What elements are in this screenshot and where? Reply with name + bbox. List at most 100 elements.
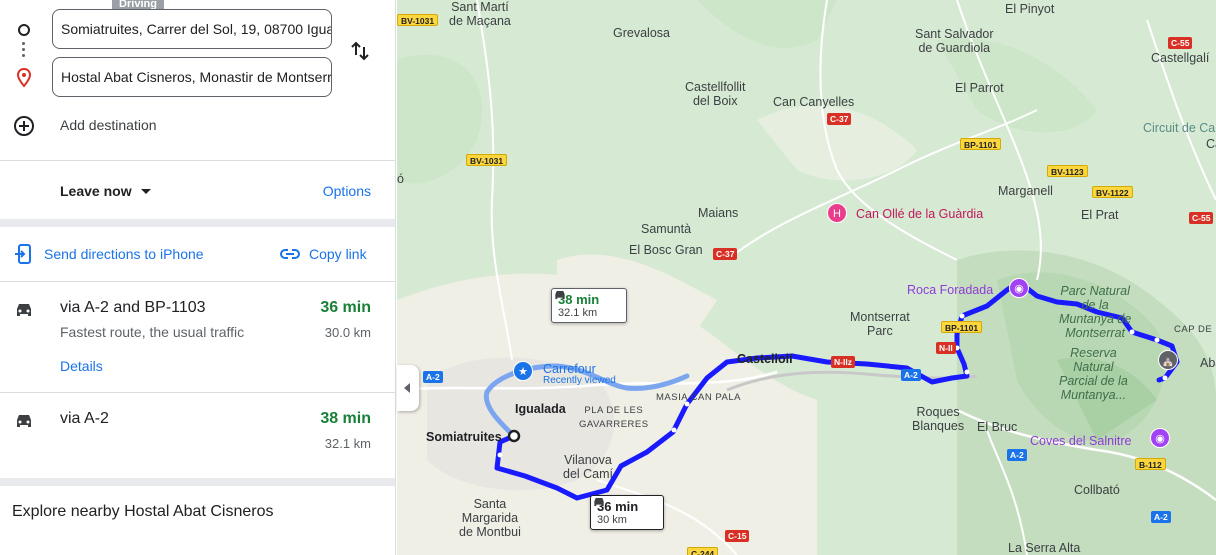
map-background <box>397 0 1216 555</box>
road-shield: C-55 <box>1189 212 1214 224</box>
route-time: 38 min <box>320 410 371 427</box>
place-label: El Bosc Gran <box>629 243 703 257</box>
destination-input[interactable]: Hostal Abat Cisneros, Monastir de Montse… <box>52 57 332 97</box>
shopping-cart-icon[interactable]: ★ <box>513 361 533 381</box>
place-label: El Prat <box>1081 208 1119 222</box>
car-icon <box>17 304 31 316</box>
fast-route-bubble[interactable]: 36 min 30 km <box>590 495 664 530</box>
hotel-icon[interactable]: H <box>827 203 847 223</box>
place-label: Roques Blanques <box>912 405 965 433</box>
place-label: ó <box>397 172 404 186</box>
bubble-distance: 30 km <box>597 514 627 526</box>
camera-icon[interactable]: ◉ <box>1009 278 1029 298</box>
options-button[interactable]: Options <box>323 183 371 199</box>
place-label: Castellfollit del Boix <box>685 80 746 108</box>
reserve-label: Reserva Natural Parcial de la Muntanya... <box>1059 346 1128 402</box>
park-label: Parc Natural de la Muntanya de Montserrat <box>1059 284 1132 340</box>
road-shield: N-IIz <box>831 356 855 368</box>
road-shield: BV-1123 <box>1047 165 1088 177</box>
place-label: Montserrat Parc <box>850 310 910 338</box>
place-label: Marganell <box>998 184 1053 198</box>
place-label: Igualada <box>515 402 566 416</box>
car-icon <box>594 498 604 506</box>
road-shield: B-112 <box>1135 458 1166 470</box>
car-icon <box>17 415 31 427</box>
road-shield: N-II <box>936 342 956 354</box>
place-label: Abac <box>1200 356 1216 370</box>
road-shield: C-244 <box>687 547 719 555</box>
place-label: MASIA CAN PALA <box>656 392 741 403</box>
camera-icon[interactable]: ◉ <box>1150 428 1170 448</box>
poi-label[interactable]: Can Ollé de la Guàrdia <box>856 207 983 221</box>
route-subtitle: Fastest route, the usual traffic <box>60 324 245 340</box>
poi-label[interactable]: Roca Foradada <box>907 283 993 297</box>
add-destination-button[interactable]: Add destination <box>60 117 157 133</box>
place-label: Circuit de Ca <box>1143 121 1216 135</box>
section-divider <box>0 478 395 486</box>
poi-label[interactable]: Coves del Salnitre <box>1030 434 1131 448</box>
route-title[interactable]: via A-2 and BP-1103 <box>60 299 206 317</box>
route-title[interactable]: via A-2 <box>60 410 109 428</box>
divider <box>0 160 395 161</box>
send-directions-link[interactable]: Send directions to iPhone <box>44 246 204 262</box>
road-shield: BP-1101 <box>960 138 1002 150</box>
place-label: Collbató <box>1074 483 1120 497</box>
send-to-phone-icon[interactable] <box>14 244 34 264</box>
divider <box>0 392 395 393</box>
route-time: 36 min <box>320 299 371 316</box>
place-label: Castellgalí <box>1151 51 1210 65</box>
road-shield: C-37 <box>827 113 852 125</box>
road-shield: A-2 <box>1151 511 1171 523</box>
road-shield: C-37 <box>713 248 738 260</box>
copy-link-button[interactable]: Copy link <box>309 246 367 262</box>
swap-icon[interactable] <box>350 40 370 62</box>
place-label: Somiatruites <box>426 430 502 444</box>
place-label: Maians <box>698 206 739 220</box>
place-label: El Parrot <box>955 81 1004 95</box>
route-distance: 30.0 km <box>324 325 371 340</box>
road-shield: A-2 <box>901 369 921 381</box>
road-shield: BV-1122 <box>1092 186 1133 198</box>
place-label: El Bruc <box>977 420 1018 434</box>
leave-now-dropdown[interactable]: Leave now <box>60 183 132 199</box>
road-shield: C-55 <box>1168 37 1193 49</box>
divider <box>0 281 395 282</box>
place-label: PLA DE LES GAVARRERES <box>579 405 649 430</box>
road-shield: A-2 <box>1007 449 1027 461</box>
place-label: La Serra Alta <box>1008 541 1081 555</box>
place-label: Can Canyelles <box>773 95 855 109</box>
destination-pin-icon <box>16 68 32 88</box>
place-label: Samuntà <box>641 222 692 236</box>
place-label: El Pinyot <box>1005 2 1055 16</box>
road-shield: BP-1101 <box>941 321 983 333</box>
origin-input[interactable]: Somiatruites, Carrer del Sol, 19, 08700 … <box>52 9 332 49</box>
place-label: Grevalosa <box>613 26 670 40</box>
road-shield: BV-1031 <box>397 14 439 26</box>
map-canvas[interactable]: Sant Martí de Maçana Grevalosa Sant Salva… <box>397 0 1216 555</box>
place-label: CAP DE BO <box>1174 324 1216 335</box>
collapse-panel-button[interactable] <box>397 365 419 411</box>
directions-panel: Driving Somiatruites, Carrer del Sol, 19… <box>0 0 396 555</box>
section-divider <box>0 219 395 227</box>
place-label: Santa Margarida de Montbui <box>459 497 521 539</box>
dots-icon <box>22 42 26 60</box>
route-distance: 32.1 km <box>324 436 371 451</box>
poi-sublabel: Recently viewed <box>543 375 616 386</box>
road-shield: C-15 <box>725 530 750 542</box>
monastery-icon[interactable]: ⛪ <box>1158 350 1178 370</box>
place-label: Sant Martí de Maçana <box>449 0 511 28</box>
road-shield: BV-1031 <box>466 154 508 166</box>
explore-nearby-heading[interactable]: Explore nearby Hostal Abat Cisneros <box>12 503 273 521</box>
chevron-down-icon[interactable] <box>141 189 151 194</box>
alt-route-bubble[interactable]: 38 min 32.1 km <box>551 288 627 323</box>
bubble-distance: 32.1 km <box>558 307 598 319</box>
place-label: Castellolí <box>737 352 793 366</box>
add-destination-icon[interactable] <box>13 115 35 137</box>
place-label: Sant Salvador de Guardiola <box>915 27 994 55</box>
place-label: Vilanova del Camí <box>563 453 614 481</box>
place-label: Ca <box>1206 137 1216 151</box>
car-icon <box>555 291 565 299</box>
road-shield: A-2 <box>423 371 443 383</box>
details-button[interactable]: Details <box>60 358 103 374</box>
link-icon[interactable] <box>280 246 300 262</box>
